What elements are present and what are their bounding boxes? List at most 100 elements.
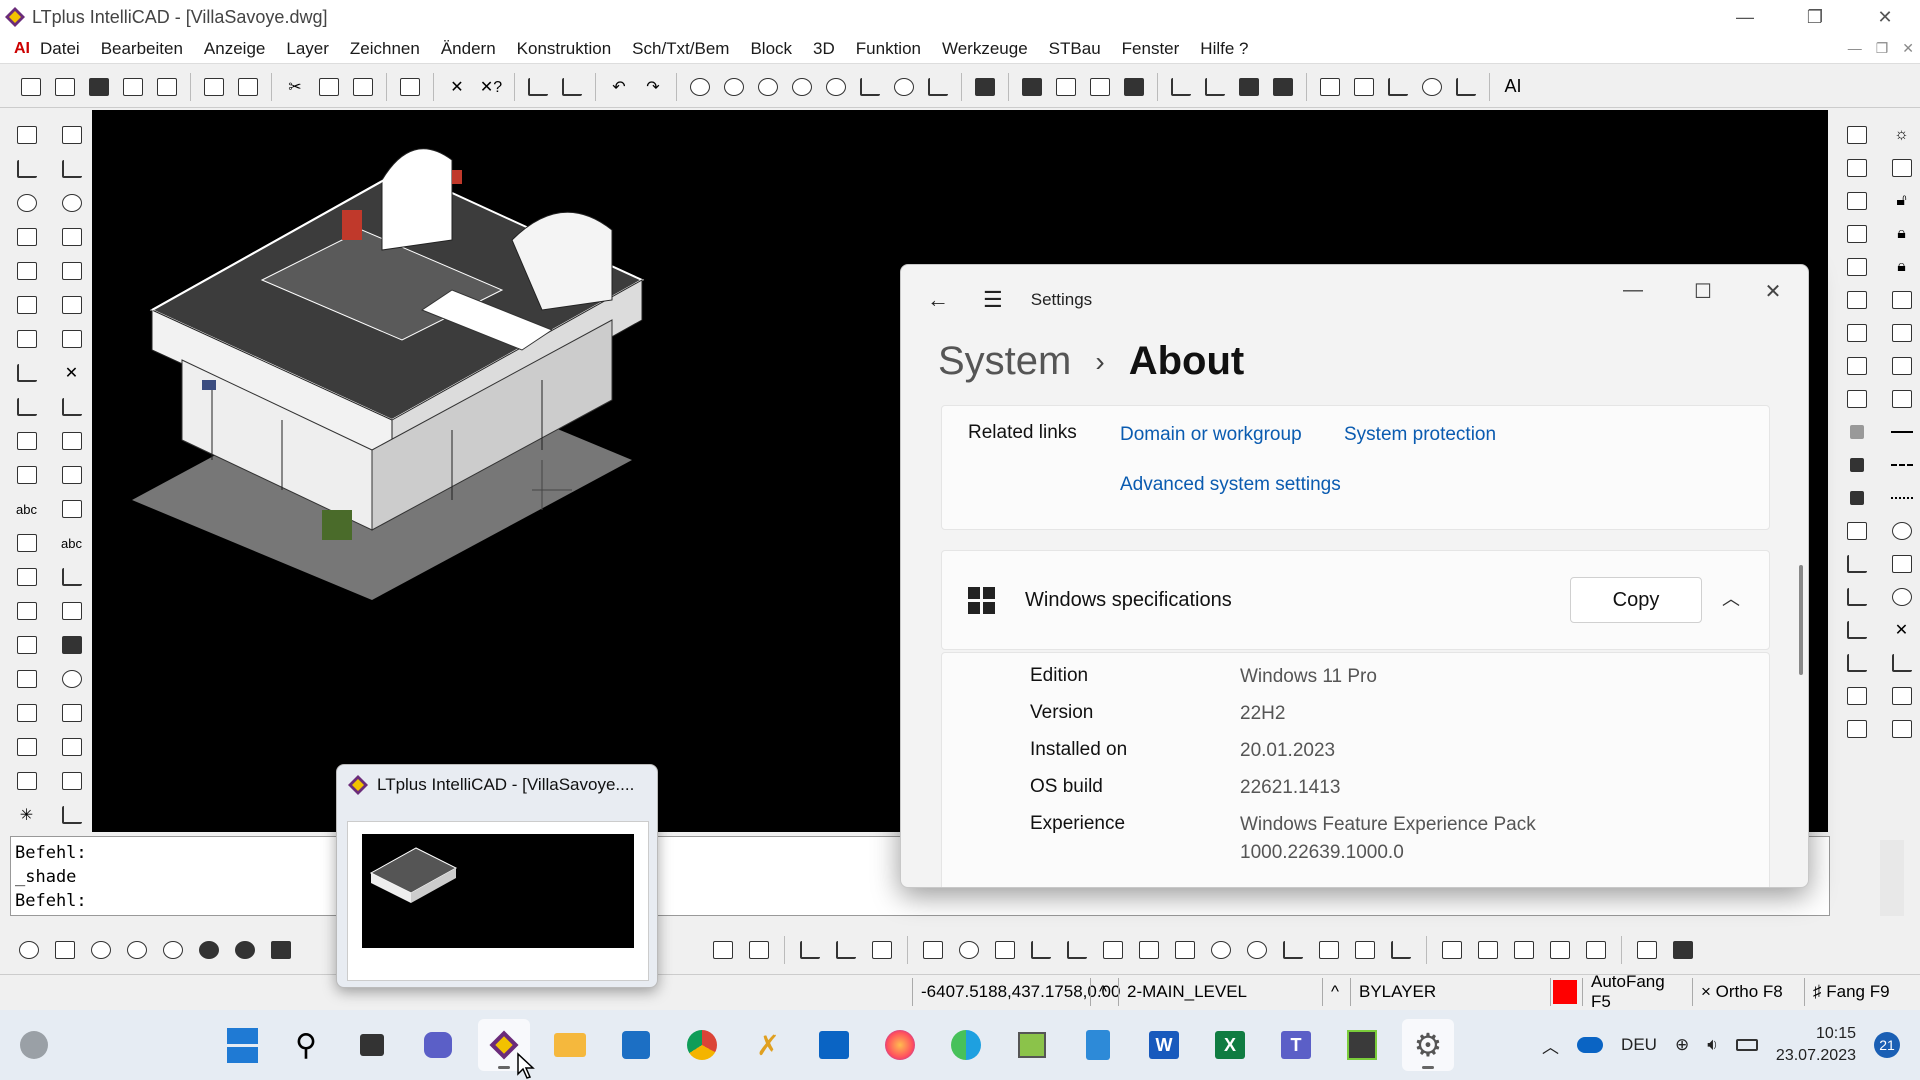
photos-button[interactable] <box>1006 1019 1058 1071</box>
layer-unlock-button[interactable]: 🔓︎ <box>1879 184 1920 217</box>
text-abc-button[interactable]: abc <box>4 492 49 526</box>
layer-lock-button[interactable]: 🔒︎ <box>1879 217 1920 250</box>
paste-button[interactable] <box>348 72 378 102</box>
snap-toggle-button[interactable] <box>523 72 553 102</box>
spell-check-button[interactable]: abc <box>49 526 94 560</box>
explode-tool-button[interactable] <box>4 458 49 492</box>
menu-anzeige[interactable]: Anzeige <box>204 39 265 59</box>
save-button[interactable] <box>84 72 114 102</box>
shade-b-button[interactable] <box>230 935 260 965</box>
solid-shell-button[interactable] <box>1350 935 1380 965</box>
regen-button[interactable] <box>970 72 1000 102</box>
layer-merge-button[interactable] <box>1879 283 1920 316</box>
osnap-help-button[interactable] <box>1834 712 1879 745</box>
tool-d-button[interactable] <box>1417 72 1447 102</box>
ms-store-button[interactable] <box>610 1019 662 1071</box>
fang-toggle[interactable]: ♯ Fang F9 <box>1804 977 1904 1006</box>
minimize-button[interactable]: — <box>1710 0 1780 34</box>
advanced-system-settings-link[interactable]: Advanced system settings <box>1120 474 1341 496</box>
print-button[interactable] <box>199 72 229 102</box>
solid-cylinder-button[interactable] <box>954 935 984 965</box>
solid-section-button[interactable] <box>1170 935 1200 965</box>
shape-tool-button[interactable] <box>49 662 94 696</box>
stretch-tool-button[interactable] <box>49 458 94 492</box>
tool-c-button[interactable] <box>1383 72 1413 102</box>
breadcrumb-system[interactable]: System <box>938 339 1071 384</box>
rotate-tool-button[interactable] <box>4 322 49 356</box>
solid-pyramid-button[interactable] <box>1278 935 1308 965</box>
tool-a-button[interactable] <box>1315 72 1345 102</box>
ucs-z-button[interactable] <box>795 935 825 965</box>
menu-konstruktion[interactable]: Konstruktion <box>517 39 612 59</box>
teams-chat-button[interactable] <box>412 1019 464 1071</box>
pick-tool-button[interactable] <box>49 798 94 832</box>
volume-icon[interactable]: 🔉︎ <box>1707 1035 1718 1055</box>
solid-slice-button[interactable] <box>1134 935 1164 965</box>
rotate-3d-button[interactable] <box>14 935 44 965</box>
copy-specs-button[interactable]: Copy <box>1570 577 1702 623</box>
circle-tool-button[interactable] <box>49 186 94 220</box>
match-properties-button[interactable] <box>395 72 425 102</box>
cut-button[interactable]: ✂ <box>280 72 310 102</box>
wblock-tool-button[interactable] <box>4 730 49 764</box>
erase-tool-button[interactable]: ✕ <box>49 356 94 390</box>
snap-toggle[interactable]: AutoFang F5 <box>1582 972 1692 1011</box>
region-tool-button[interactable] <box>49 696 94 730</box>
solid-sphere-button[interactable] <box>1206 935 1236 965</box>
save-all-button[interactable] <box>152 72 182 102</box>
command-scrollbar[interactable] <box>1880 840 1904 916</box>
delete-button[interactable]: ✕ <box>442 72 472 102</box>
current-linetype[interactable]: BYLAYER <box>1350 977 1550 1006</box>
image-button[interactable] <box>1234 72 1264 102</box>
menu-stbau[interactable]: STBau <box>1049 39 1101 59</box>
menu-layer[interactable]: Layer <box>286 39 329 59</box>
osnap-quad-button[interactable] <box>1879 547 1920 580</box>
menu-hilfe[interactable]: Hilfe ? <box>1200 39 1248 59</box>
polygon-tool-button[interactable] <box>49 220 94 254</box>
solid-separate-button[interactable] <box>1581 935 1611 965</box>
insert-block-button[interactable] <box>4 628 49 662</box>
edit-text-button[interactable] <box>4 526 49 560</box>
render-button[interactable] <box>1017 72 1047 102</box>
layer-state-button[interactable] <box>1879 151 1920 184</box>
domain-workgroup-link[interactable]: Domain or workgroup <box>1120 424 1302 446</box>
system-protection-link[interactable]: System protection <box>1344 424 1496 446</box>
onedrive-icon[interactable] <box>1577 1037 1604 1053</box>
dim-linear-button[interactable] <box>4 594 49 628</box>
teams-button[interactable]: T <box>1270 1019 1322 1071</box>
color-black-button[interactable] <box>1834 448 1879 481</box>
shade-c-button[interactable] <box>266 935 296 965</box>
undo-button[interactable]: ↶ <box>604 72 634 102</box>
layer-dropdown-caret[interactable]: ^ <box>1090 977 1118 1006</box>
osnap-nearest-button[interactable] <box>1834 580 1879 613</box>
zoom-previous-button[interactable] <box>821 72 851 102</box>
menu-funktion[interactable]: Funktion <box>856 39 921 59</box>
layer-lock2-button[interactable]: 🔒︎ <box>1879 250 1920 283</box>
solid-revolve-button[interactable] <box>1098 935 1128 965</box>
ucs-3point-button[interactable] <box>867 935 897 965</box>
linetype-dotted-button[interactable] <box>1879 481 1920 514</box>
block-define-button[interactable] <box>4 662 49 696</box>
app-x-button[interactable]: ✗ <box>742 1019 794 1071</box>
view-button[interactable] <box>923 72 953 102</box>
layer-match-button[interactable] <box>1834 349 1879 382</box>
menu-datei[interactable]: Datei <box>40 39 80 59</box>
ucs-zaxis-button[interactable] <box>831 935 861 965</box>
menu-block[interactable]: Block <box>750 39 792 59</box>
layer-copy-button[interactable] <box>1834 316 1879 349</box>
3d-tool-a-button[interactable] <box>50 935 80 965</box>
zoom-window-button[interactable] <box>787 72 817 102</box>
extend-tool-button[interactable] <box>4 390 49 424</box>
solid-interfere-button[interactable] <box>1545 935 1575 965</box>
select-tool-button[interactable] <box>4 118 49 152</box>
measure-button[interactable] <box>1200 72 1230 102</box>
osnap-pick-button[interactable] <box>1879 712 1920 745</box>
properties-button[interactable] <box>1119 72 1149 102</box>
realtime-render-button[interactable] <box>1668 935 1698 965</box>
tool-b-button[interactable] <box>1349 72 1379 102</box>
trim-tool-button[interactable] <box>4 356 49 390</box>
ucs-a-button[interactable] <box>708 935 738 965</box>
polyline-tool-button[interactable] <box>49 152 94 186</box>
help-pick-button[interactable]: ✕? <box>476 72 506 102</box>
linetype-dashed-button[interactable] <box>1879 448 1920 481</box>
